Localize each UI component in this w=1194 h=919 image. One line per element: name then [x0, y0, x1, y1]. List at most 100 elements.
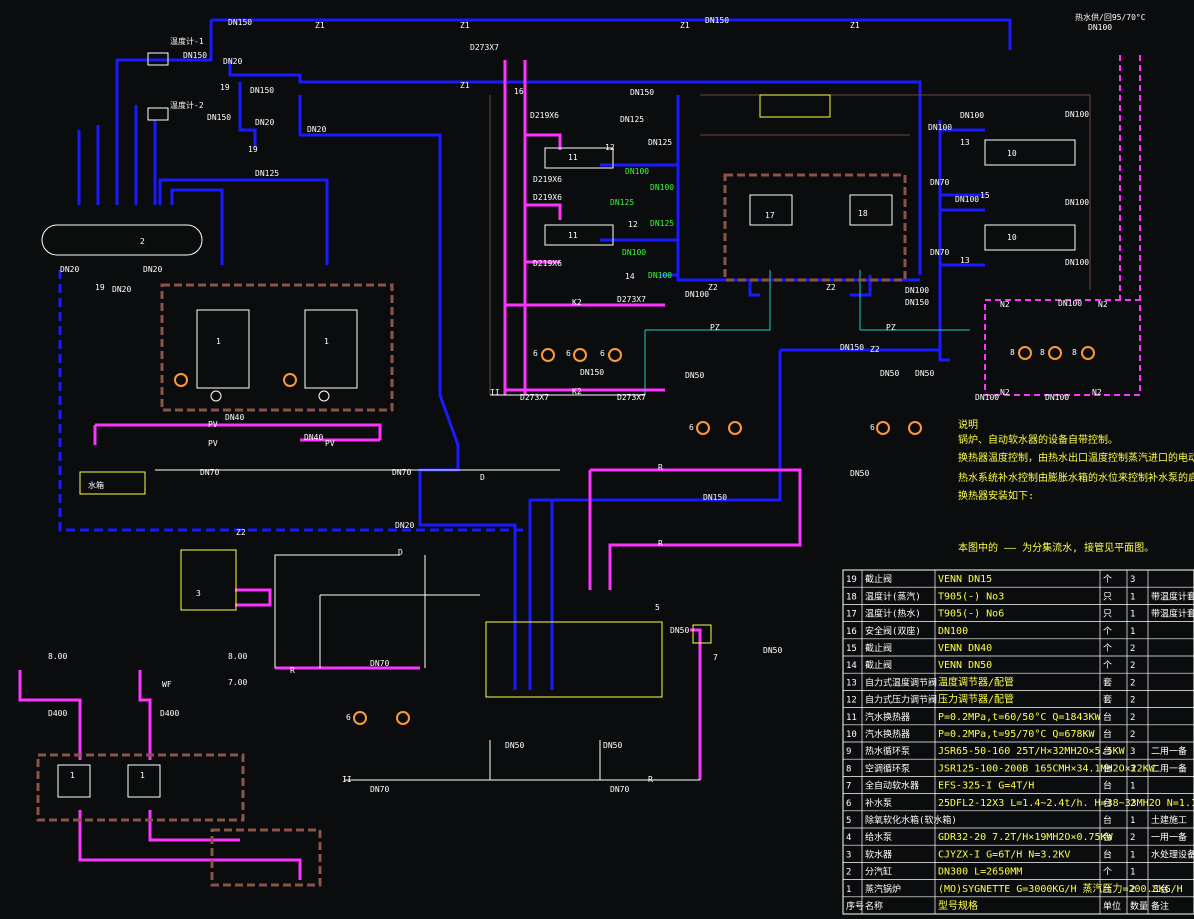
lbl-dn150-j: DN150: [580, 368, 604, 377]
num-1a: 1: [216, 337, 221, 346]
num-3: 3: [196, 589, 201, 598]
lbl-dn150-d: DN150: [183, 51, 207, 60]
boiler-room-system-diagram: DN150 Z1 Z1 Z1 DN150 Z1 D273X7 Z1 DN150 …: [0, 0, 1194, 919]
lbl-dn150-e: DN150: [250, 86, 274, 95]
lbl-dn40-b: DN40: [304, 433, 323, 442]
lbl-dn20-e: DN20: [143, 265, 162, 274]
table-cell: CJYZX-I G=6T/H N=3.2KV: [938, 849, 1070, 860]
lbl-dn100-o: DN100: [648, 271, 672, 280]
num-10a: 10: [1007, 149, 1017, 158]
lbl-dn100-k: DN100: [1065, 258, 1089, 267]
lbl-dn50-h: DN50: [603, 741, 622, 750]
table-cell: EFS-325-I G=4T/H: [938, 781, 1034, 792]
table-cell: 台: [1103, 848, 1112, 860]
num-8b: 6: [566, 349, 571, 358]
num-9a: 8: [1010, 348, 1015, 357]
num-19a: 19: [95, 283, 105, 292]
table-cell: 温度计(热水): [865, 608, 921, 620]
lbl-r-a: R: [290, 666, 295, 675]
table-header-cell: 备注: [1151, 900, 1169, 912]
lbl-z1-c: Z1: [680, 21, 690, 30]
lbl-dn100-b: DN100: [905, 286, 929, 295]
table-cell: 5: [846, 816, 851, 826]
num-7: 7: [713, 653, 718, 662]
table-cell: 3: [846, 850, 851, 860]
table-cell: 19: [846, 575, 857, 585]
lbl-pv-c: PV: [325, 439, 335, 448]
table-cell: 1: [1130, 782, 1135, 792]
lbl-wf: WF: [162, 680, 172, 689]
table-cell: 2: [1130, 799, 1135, 809]
table-cell: 9: [846, 747, 851, 757]
table-cell: 台: [1103, 883, 1112, 895]
lbl-z2-a: Z2: [236, 528, 246, 537]
table-cell: 二台: [1151, 883, 1169, 895]
table-cell: 二用一备: [1151, 762, 1187, 774]
lbl-d273: D273X7: [470, 43, 499, 52]
table-header-cell: 单位: [1103, 900, 1121, 912]
table-cell: 补水泵: [865, 797, 892, 809]
lbl-dn70-d: DN70: [930, 178, 949, 187]
lbl-dn100-a: DN100: [685, 290, 709, 299]
lbl-dn150-c: DN150: [630, 88, 654, 97]
table-cell: 软水器: [865, 848, 892, 860]
lbl-dn50-c: DN50: [880, 369, 899, 378]
table-cell: 台: [1103, 780, 1112, 792]
lbl-dn20-c: DN20: [307, 125, 326, 134]
lbl-dn40-a: DN40: [225, 413, 244, 422]
lbl-d-b: D: [398, 548, 403, 557]
lbl-dn100-l: DN100: [625, 167, 649, 176]
lbl-k2-b: K2: [572, 387, 582, 396]
lbl-dn20-a: DN20: [223, 57, 242, 66]
num-9b: 8: [1040, 348, 1045, 357]
lbl-pv-a: PV: [208, 420, 218, 429]
table-cell: 只: [1103, 592, 1112, 602]
lbl-dn150-h: DN150: [840, 343, 864, 352]
table-cell: 2: [1130, 678, 1135, 688]
lbl-n2-d: N2: [1092, 388, 1102, 397]
lbl-d400-a: D400: [48, 709, 67, 718]
table-header-cell: 名称: [865, 900, 883, 912]
table-cell: 2: [1130, 661, 1135, 671]
table-cell: 套: [1103, 676, 1112, 688]
lbl-dn70-a: DN70: [200, 468, 219, 477]
lbl-r-b: R: [658, 463, 663, 472]
table-cell: 带温度计套: [1151, 608, 1194, 620]
lbl-dn70-c: DN70: [370, 659, 389, 668]
lbl-dn50-e: DN50: [670, 626, 689, 635]
lbl-z1-a: Z1: [315, 21, 325, 30]
num-2: 2: [140, 237, 145, 246]
table-cell: 蒸汽锅炉: [865, 883, 901, 895]
table-cell: (MO)SYGNETTE G=3000KG/H 蒸汽压力=200.8KG/H: [938, 882, 1183, 895]
table-cell: VENN DN15: [938, 574, 992, 585]
lbl-d400-b: D400: [160, 709, 179, 718]
table-cell: 除氧软化水箱(软水箱): [865, 814, 957, 826]
table-cell: 截止阀: [865, 573, 892, 585]
table-cell: 二用一备: [1151, 745, 1187, 757]
tag-tank: 水箱: [88, 480, 104, 490]
lbl-dn125-a: DN125: [255, 169, 279, 178]
lbl-z1-b: Z1: [460, 21, 470, 30]
lbl-ii-b: II: [342, 775, 352, 784]
table-cell: 1: [846, 885, 851, 895]
table-header-cell: 型号规格: [938, 899, 978, 912]
table-cell: VENN DN50: [938, 660, 992, 671]
lbl-d273-c: D273X7: [617, 393, 646, 402]
supply-note: 热水供/回95/70°C: [1075, 12, 1146, 22]
table-header-cell: 序号: [846, 900, 864, 912]
num-11b: 11: [568, 231, 578, 240]
table-cell: 15: [846, 644, 857, 654]
lbl-n2-a: N2: [1000, 300, 1010, 309]
lbl-dn100-g: DN100: [960, 111, 984, 120]
table-cell: 1: [1130, 816, 1135, 826]
table-cell: 台: [1103, 814, 1112, 826]
lbl-dn20-g: DN20: [395, 521, 414, 530]
lbl-d219-b: D219X6: [533, 175, 562, 184]
lbl-level-1: 8.00: [48, 652, 67, 661]
equipment-table: 19 截止阀 VENN DN15 个 318 温度计(蒸汽) T905(-) No3 只 1 带温…: [842, 569, 1194, 915]
table-cell: 水处理设备: [1151, 848, 1194, 860]
table-cell: 3: [1130, 764, 1135, 774]
lbl-level-2: 8.00: [228, 652, 247, 661]
table-cell: 2: [1130, 696, 1135, 706]
lbl-dn20-b: DN20: [255, 118, 274, 127]
